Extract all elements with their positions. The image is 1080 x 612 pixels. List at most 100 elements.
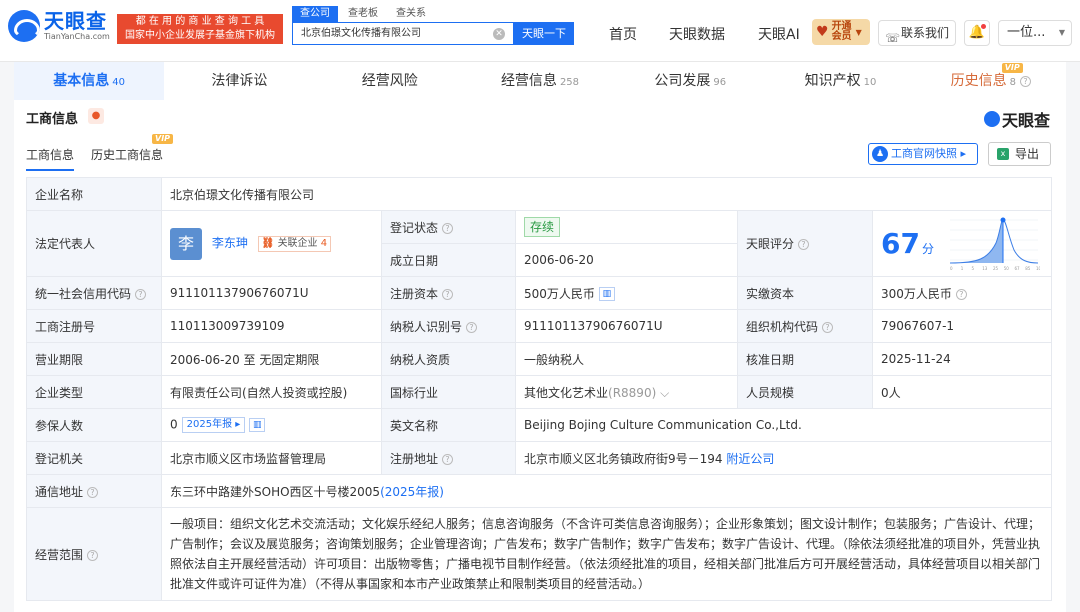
org-code: 79067607-1: [872, 309, 1052, 343]
help-icon[interactable]: ?: [1020, 75, 1032, 87]
credit-code-label: 统一社会信用代码?: [26, 276, 162, 310]
mail-report-link[interactable]: (2025年报): [380, 485, 444, 499]
industry-cell[interactable]: 其他文化艺术业(R8890) ⌵: [515, 375, 738, 409]
search-button[interactable]: 天眼一下: [514, 22, 574, 45]
label-text: 天眼评分: [746, 237, 795, 251]
notification-bell-button[interactable]: 🔔: [964, 20, 990, 46]
nearby-companies-link[interactable]: 附近公司: [726, 452, 774, 466]
tab-basic-info[interactable]: 基本信息 40: [14, 62, 165, 100]
label-text: 通信地址: [35, 484, 84, 499]
insured-label: 参保人数: [26, 408, 162, 442]
legal-rep-link[interactable]: 李东珅: [212, 236, 248, 250]
tab-label: 经营信息: [500, 73, 557, 89]
legal-rep-label: 法定代表人: [26, 210, 162, 277]
tab-history[interactable]: 历史信息 8? VIP: [916, 62, 1066, 100]
search-tab-relation[interactable]: 查关系: [388, 6, 434, 22]
reg-addr-label: 注册地址?: [381, 441, 516, 475]
label-text: 登记状态: [390, 220, 439, 235]
link-icon: ⛓: [261, 237, 275, 249]
tab-operation[interactable]: 经营信息 258: [465, 62, 615, 100]
paid-capital: 300万人民币: [881, 286, 952, 301]
tab-ip[interactable]: 知识产权 10: [765, 62, 915, 100]
avatar[interactable]: 李: [170, 227, 202, 260]
org-code-label: 组织机构代码?: [737, 309, 873, 343]
company-type: 有限责任公司(自然人投资或控股): [161, 375, 382, 409]
tab-legal[interactable]: 法律诉讼: [164, 62, 314, 100]
search-tab-company[interactable]: 查公司: [292, 6, 338, 22]
logo-eye-icon: [8, 10, 40, 42]
tab-count: 8: [1009, 77, 1017, 88]
related-label: 关联企业: [277, 237, 318, 249]
brand-logo: 天眼查: [983, 107, 1050, 131]
search-query: 北京伯璟文化传播有限公司: [301, 28, 421, 39]
nav-ai[interactable]: 天眼AI: [758, 24, 800, 44]
subtab-history-business[interactable]: 历史工商信息 VIP: [91, 134, 174, 163]
help-icon[interactable]: ?: [798, 239, 810, 250]
panel-title: 工商信息: [26, 112, 79, 127]
tianyancha-logo[interactable]: 天眼查 TianYanCha.com: [8, 10, 110, 42]
staff: 0人: [872, 375, 1052, 409]
search-input[interactable]: 北京伯璟文化传播有限公司 ✕: [292, 22, 514, 45]
help-icon[interactable]: ?: [442, 288, 454, 300]
score-distribution-chart: 0 1 5 13 25 50 67 85 100: [949, 217, 1040, 271]
insured: 0: [170, 417, 178, 432]
help-icon[interactable]: ?: [955, 288, 967, 300]
vip-badge: VIP: [1001, 63, 1023, 73]
label-text: 注册资本: [390, 286, 439, 301]
annual-report-badge[interactable]: 2025年报 ▸: [181, 417, 246, 433]
help-icon[interactable]: ?: [135, 288, 147, 300]
help-icon[interactable]: ?: [466, 321, 478, 333]
insured-cell: 0 2025年报 ▸ ▥: [161, 408, 382, 442]
reg-addr: 北京市顺义区北务镇政府街9号－194: [524, 451, 723, 466]
tab-label: 法律诉讼: [211, 73, 268, 89]
official-snapshot-button[interactable]: ♟ 工商官网快照 ▸: [868, 143, 978, 165]
slogan-line1: 都 在 用 的 商 业 查 询 工 具: [135, 16, 265, 27]
chevron-down-icon: ▼: [1058, 28, 1065, 37]
report-label: 2025年报: [186, 419, 233, 430]
tab-label: 知识产权: [804, 73, 861, 89]
score-xtick: 1: [961, 266, 964, 271]
export-button[interactable]: x 导出: [988, 142, 1051, 166]
reg-status-cell: 存续: [515, 210, 738, 244]
credit-code: 91110113790676071U: [161, 276, 382, 310]
tab-development[interactable]: 公司发展 96: [615, 62, 765, 100]
score-xtick: 25: [993, 266, 999, 271]
related-count: 4: [320, 237, 328, 249]
paid-capital-label: 实缴资本: [737, 276, 873, 310]
open-vip-button[interactable]: ♥ 开通 会员 ▼: [812, 19, 870, 45]
tab-count: 258: [559, 77, 580, 88]
clear-icon[interactable]: ✕: [493, 28, 505, 40]
tab-risk[interactable]: 经营风险: [315, 62, 465, 100]
nav-data[interactable]: 天眼数据: [669, 24, 725, 44]
help-icon[interactable]: ?: [87, 486, 99, 498]
chevron-down-icon: ▼: [855, 27, 862, 37]
subtab-business-info[interactable]: 工商信息: [26, 146, 75, 171]
chart-icon[interactable]: ▥: [598, 287, 615, 301]
logo-en: TianYanCha.com: [44, 32, 110, 41]
authority: 北京市顺义区市场监督管理局: [161, 441, 382, 475]
chart-icon[interactable]: ▥: [249, 418, 266, 432]
contact-us-button[interactable]: ☏ 联系我们: [878, 20, 956, 46]
related-companies-badge[interactable]: ⛓ 关联企业 4: [257, 235, 332, 252]
label-text: 组织机构代码: [746, 319, 819, 334]
help-icon[interactable]: ?: [87, 549, 99, 561]
brand-eye-icon: [983, 111, 1000, 127]
alert-icon[interactable]: ●: [88, 108, 104, 124]
slogan-line2: 国家中小企业发展子基金旗下机构: [125, 30, 275, 41]
legal-rep-cell: 李 李东珅 ⛓ 关联企业 4: [161, 210, 382, 277]
help-icon[interactable]: ?: [442, 222, 454, 234]
user-menu[interactable]: 一位... ▼: [998, 20, 1072, 46]
nav-home[interactable]: 首页: [609, 24, 637, 44]
score-xtick: 0: [950, 266, 953, 271]
help-icon[interactable]: ?: [442, 453, 454, 465]
help-icon[interactable]: ?: [822, 321, 834, 333]
vip-heart-icon: ♥: [816, 24, 829, 40]
notification-dot: [981, 24, 986, 29]
score-cell[interactable]: 67分 0151325506785100: [872, 210, 1052, 277]
chevron-down-icon: ⌵: [660, 385, 670, 400]
search-tab-boss[interactable]: 查老板: [340, 6, 386, 22]
reg-status-label: 登记状态?: [381, 210, 516, 244]
brand-text: 天眼查: [1001, 111, 1050, 130]
reg-capital-cell: 500万人民币 ▥: [515, 276, 738, 310]
en-name-label: 英文名称: [381, 408, 516, 442]
